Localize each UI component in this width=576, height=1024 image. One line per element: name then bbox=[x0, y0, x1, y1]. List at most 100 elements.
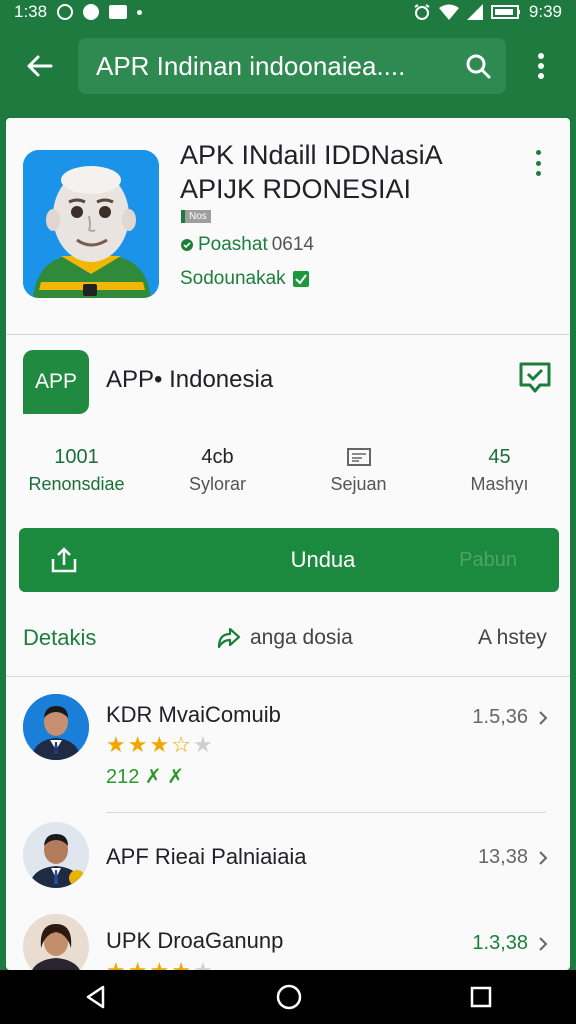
nav-home-icon[interactable] bbox=[275, 983, 303, 1011]
back-arrow-icon bbox=[27, 55, 53, 77]
app-title-line2: APIJK RDONESIAI bbox=[180, 174, 412, 204]
list-item-value-text: 1.3,38 bbox=[472, 932, 528, 954]
developer-name: Sodounakak bbox=[180, 268, 286, 289]
rating-line: Poashat 0614 bbox=[180, 234, 314, 256]
star-icon: ★ bbox=[149, 732, 170, 757]
person-avatar-icon bbox=[23, 694, 89, 760]
tab-share-label: anga dosia bbox=[250, 626, 353, 649]
avatar bbox=[23, 694, 89, 760]
stat-rated-label: Sejuan bbox=[330, 474, 387, 494]
avatar bbox=[23, 822, 89, 888]
status-time-right: 9:39 bbox=[528, 2, 562, 21]
star-icon: ★ bbox=[106, 732, 126, 757]
rating-value: 0614 bbox=[271, 234, 315, 255]
list-item[interactable]: KDR MvaiComuib ★ ★ ★ ☆ ★ 212 ✗ ✗ 1.5,36 bbox=[6, 688, 570, 788]
stat-downloads: 45 Mashyı bbox=[429, 444, 570, 504]
content-badge: Nos bbox=[181, 210, 211, 223]
star-half-icon: ☆ bbox=[171, 732, 191, 757]
content-sheet: APK INdaill IDDNasiA APIJK RDONESIAI Nos… bbox=[6, 118, 570, 970]
stat-downloads-label: Mashyı bbox=[470, 474, 529, 494]
search-query: APR Indinan indoonaiea.... bbox=[96, 50, 406, 81]
list-item-value: 1.3,38 bbox=[472, 932, 548, 955]
list-item-sub: 212 ✗ ✗ bbox=[106, 766, 184, 788]
stat-reviews: 1001 Renonsdiae bbox=[6, 444, 147, 504]
rating-card-icon bbox=[346, 448, 371, 466]
avatar bbox=[23, 914, 89, 970]
rating-text: Poashat bbox=[198, 234, 268, 255]
list-item[interactable]: UPK DroaGanunp ★ ★ ★ ★ ★ 1.3,38 bbox=[6, 910, 570, 970]
stats-row: 1001 Renonsdiae 4cb Sylorar Sejuan 45 Ma… bbox=[6, 444, 570, 504]
star-icon: ★ bbox=[149, 960, 169, 971]
search-input[interactable]: APR Indinan indoonaiea.... bbox=[78, 38, 506, 94]
install-button[interactable]: Undua Pabun bbox=[19, 528, 559, 592]
app2-logo: APP bbox=[23, 350, 89, 414]
back-button[interactable] bbox=[0, 24, 78, 108]
list-item-title: APF Rieai Palniaiaia bbox=[106, 844, 307, 869]
app2-logo-text: APP bbox=[34, 370, 78, 393]
rating-badge-icon bbox=[181, 239, 193, 251]
list-item-value: 13,38 bbox=[478, 846, 548, 869]
stat-size-value: 4cb bbox=[201, 445, 234, 468]
app2-name: APP• Indonesia bbox=[106, 366, 274, 393]
share-icon bbox=[217, 627, 241, 649]
list-item-value: 1.5,36 bbox=[472, 706, 548, 729]
app-options-button[interactable] bbox=[524, 148, 552, 178]
star-icon: ★ bbox=[171, 960, 191, 971]
stat-downloads-value: 45 bbox=[488, 445, 511, 468]
search-icon[interactable] bbox=[464, 52, 492, 80]
person-avatar-icon bbox=[23, 914, 89, 970]
list-item[interactable]: APF Rieai Palniaiaia 13,38 bbox=[6, 818, 570, 918]
tab-share[interactable]: anga dosia bbox=[216, 626, 353, 650]
stat-reviews-label: Renonsdiae bbox=[28, 474, 125, 494]
person-avatar-icon bbox=[23, 822, 89, 888]
status-bar: 1:38 9:39 bbox=[0, 0, 576, 24]
dot-1 bbox=[535, 150, 541, 155]
more-vert-icon bbox=[538, 53, 544, 79]
tab-history[interactable]: A hstey bbox=[478, 626, 547, 650]
nav-recents-icon[interactable] bbox=[469, 985, 493, 1009]
divider-1 bbox=[6, 334, 570, 335]
nav-back-icon[interactable] bbox=[83, 984, 109, 1010]
signal-icon bbox=[466, 4, 483, 20]
dot-3 bbox=[535, 171, 541, 176]
chevron-right-icon bbox=[539, 710, 548, 725]
list-item-value-text: 1.5,36 bbox=[472, 706, 528, 728]
verified-icon bbox=[292, 271, 309, 287]
install-ghost-label: Pabun bbox=[459, 548, 517, 571]
star-empty-icon: ★ bbox=[193, 960, 213, 971]
battery-icon bbox=[490, 5, 520, 19]
media-icon bbox=[83, 4, 100, 20]
star-icon: ★ bbox=[128, 960, 148, 971]
system-nav-bar bbox=[0, 970, 576, 1024]
star-icon: ★ bbox=[106, 960, 126, 971]
stat-size: 4cb Sylorar bbox=[147, 444, 288, 504]
developer-link[interactable]: Sodounakak bbox=[180, 268, 310, 290]
chevron-right-icon bbox=[539, 936, 548, 951]
list-item-value-text: 13,38 bbox=[477, 846, 528, 868]
overflow-menu-button[interactable] bbox=[506, 24, 576, 108]
app-title-line1: APK INdaill IDDNasiA bbox=[180, 140, 443, 170]
rating-stars: ★ ★ ★ ★ ★ bbox=[106, 960, 213, 971]
chat-check-icon[interactable] bbox=[518, 361, 552, 395]
chevron-right-icon bbox=[539, 850, 548, 865]
stat-rated-icon bbox=[346, 444, 371, 470]
star-empty-icon: ★ bbox=[192, 732, 213, 757]
wifi-icon bbox=[438, 4, 459, 20]
notification-icon bbox=[57, 4, 74, 20]
stat-rated: Sejuan bbox=[288, 444, 429, 504]
app-bar: APR Indinan indoonaiea.... bbox=[0, 24, 576, 108]
status-time: 1:38 bbox=[14, 2, 48, 21]
stat-size-label: Sylorar bbox=[188, 474, 246, 494]
app-icon bbox=[23, 150, 159, 298]
tab-details[interactable]: Detakis bbox=[23, 625, 96, 651]
share-upload-icon bbox=[51, 547, 77, 573]
image-icon bbox=[109, 5, 128, 19]
list-item-title: KDR MvaiComuib bbox=[106, 702, 281, 727]
alarm-icon bbox=[414, 4, 430, 20]
divider-2 bbox=[6, 676, 570, 677]
dot-icon bbox=[137, 9, 143, 15]
mascot-icon bbox=[23, 150, 159, 298]
stat-reviews-value: 1001 bbox=[54, 445, 99, 468]
list-item-title: UPK DroaGanunp bbox=[106, 928, 284, 953]
app-header: APK INdaill IDDNasiA APIJK RDONESIAI Nos… bbox=[6, 118, 570, 334]
